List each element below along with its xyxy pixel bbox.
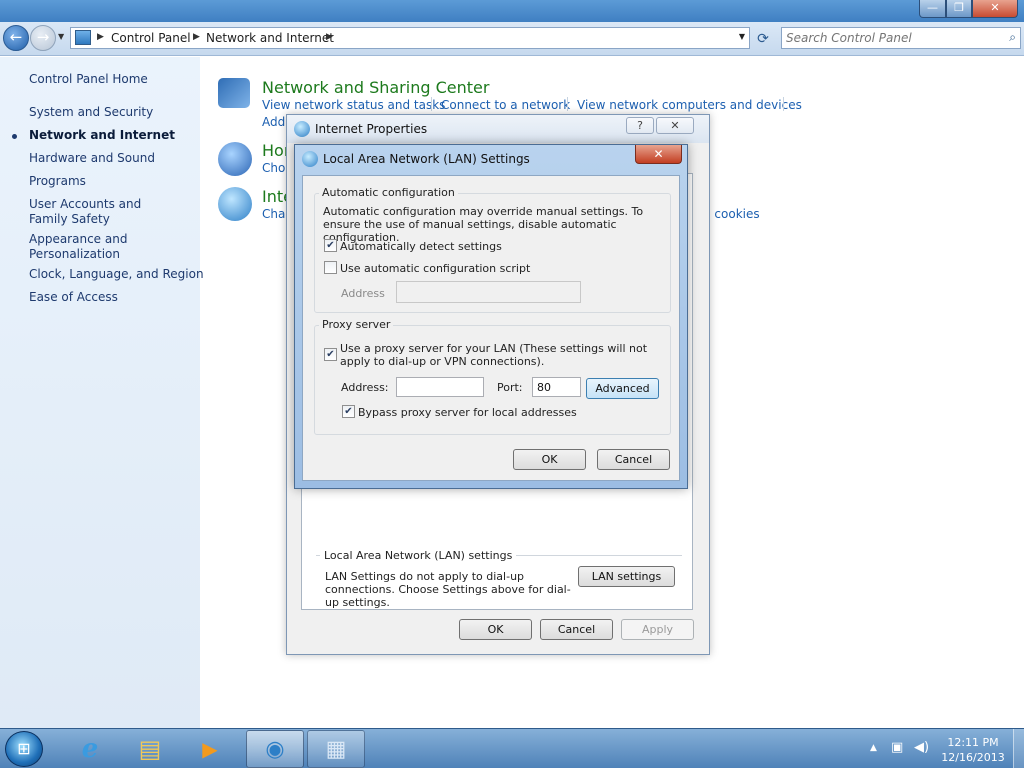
proxy-server-label: Proxy server (319, 318, 394, 331)
address-bar[interactable]: ▶ Control Panel ▶ Network and Internet ▶… (70, 27, 750, 49)
network-settings-taskbar-button[interactable]: ▦ (307, 730, 365, 768)
internet-properties-title: Internet Properties (315, 122, 428, 136)
search-box[interactable]: ⌕ (781, 27, 1021, 49)
lan-settings-title: Local Area Network (LAN) Settings (323, 152, 530, 166)
forward-button[interactable]: → (30, 25, 56, 51)
delete-cookies-link[interactable]: d cookies (703, 207, 760, 221)
internet-properties-ok-button[interactable]: OK (459, 619, 532, 640)
volume-icon[interactable]: ◀) (914, 740, 929, 755)
network-settings-icon: ▦ (325, 736, 347, 762)
sidebar-item-hardware-and-sound[interactable]: Hardware and Sound (29, 151, 155, 166)
control-panel-icon: ◉ (265, 736, 285, 762)
auto-config-script-label[interactable]: Use automatic configuration script (340, 262, 530, 275)
sidebar-item-ease-of-access[interactable]: Ease of Access (29, 290, 118, 305)
lan-settings-description: LAN Settings do not apply to dial-up con… (325, 570, 571, 609)
maximize-button[interactable]: ❐ (946, 0, 972, 18)
apply-button[interactable]: Apply (621, 619, 694, 640)
sidebar-item-user-accounts[interactable]: User Accounts and Family Safety (29, 197, 179, 227)
breadcrumb-network-and-internet[interactable]: Network and Internet (206, 31, 334, 45)
windows-explorer-taskbar-button[interactable]: ▤ (121, 730, 179, 768)
lan-cancel-button[interactable]: Cancel (597, 449, 670, 470)
window-title-bar: — ❐ ✕ (0, 0, 1024, 22)
network-sharing-center-icon[interactable] (218, 78, 250, 108)
view-network-computers-link[interactable]: View network computers and devices (577, 98, 802, 112)
automatic-configuration-label: Automatic configuration (319, 186, 458, 199)
active-item-bullet-icon (12, 134, 17, 139)
internet-explorer-icon: e (81, 734, 99, 764)
internet-properties-close-button[interactable]: ✕ (656, 117, 694, 134)
lan-settings-button[interactable]: LAN settings (578, 566, 675, 587)
sidebar-item-system-and-security[interactable]: System and Security (29, 105, 153, 120)
address-history-dropdown-icon[interactable]: ▼ (739, 32, 745, 41)
lan-ok-button[interactable]: OK (513, 449, 586, 470)
automatic-configuration-description: Automatic configuration may override man… (323, 205, 644, 244)
search-input[interactable] (786, 30, 996, 46)
connect-to-network-link[interactable]: Connect to a network (441, 98, 570, 112)
auto-config-script-checkbox[interactable] (324, 261, 337, 274)
network-tray-icon[interactable]: ▣ (891, 740, 903, 755)
taskbar: ⊞ e ▤ ▶ ◉ ▦ ▲ ▣ ◀) 12:11 PM 12/16/2013 (0, 728, 1024, 768)
folder-icon: ▤ (138, 735, 162, 763)
sidebar-item-clock-language-region[interactable]: Clock, Language, and Region (29, 267, 204, 282)
link-separator (567, 97, 568, 111)
navigation-bar: ← → ▼ ▶ Control Panel ▶ Network and Inte… (0, 22, 1024, 56)
clock-date: 12/16/2013 (941, 751, 1005, 764)
control-panel-home-link[interactable]: Control Panel Home (29, 72, 148, 87)
control-panel-taskbar-button[interactable]: ◉ (246, 730, 304, 768)
media-player-taskbar-button[interactable]: ▶ (181, 730, 239, 768)
port-field[interactable] (532, 377, 581, 397)
bypass-local-label[interactable]: Bypass proxy server for local addresses (358, 406, 577, 419)
sidebar-item-network-and-internet[interactable]: Network and Internet (29, 128, 175, 143)
start-button[interactable]: ⊞ (5, 731, 43, 767)
breadcrumb-arrow-icon[interactable]: ▶ (193, 32, 200, 42)
clock-time: 12:11 PM (947, 736, 999, 749)
media-player-icon: ▶ (202, 737, 218, 761)
auto-detect-label[interactable]: Automatically detect settings (340, 240, 502, 253)
internet-properties-cancel-button[interactable]: Cancel (540, 619, 613, 640)
lan-group-label: Local Area Network (LAN) settings (320, 549, 517, 562)
lan-settings-close-button[interactable]: ✕ (635, 145, 682, 164)
auto-detect-checkbox[interactable]: ✔ (324, 239, 337, 252)
back-button[interactable]: ← (3, 25, 29, 51)
use-proxy-checkbox[interactable]: ✔ (324, 348, 337, 361)
script-address-field[interactable] (396, 281, 581, 303)
link-separator (431, 97, 432, 111)
control-panel-icon (75, 30, 91, 45)
help-button[interactable]: ? (626, 117, 654, 134)
close-window-button[interactable]: ✕ (972, 0, 1018, 18)
internet-explorer-taskbar-button[interactable]: e (61, 730, 119, 768)
homegroup-icon[interactable] (218, 142, 252, 176)
search-icon[interactable]: ⌕ (1009, 30, 1016, 45)
recent-pages-dropdown-icon[interactable]: ▼ (58, 32, 64, 41)
show-desktop-button[interactable] (1013, 729, 1024, 768)
link-separator (783, 97, 784, 111)
lan-settings-icon (302, 151, 318, 167)
system-clock[interactable]: 12:11 PM 12/16/2013 (938, 735, 1008, 765)
network-sharing-center-title[interactable]: Network and Sharing Center (262, 78, 489, 97)
port-label: Port: (497, 381, 523, 394)
use-proxy-label[interactable]: Use a proxy server for your LAN (These s… (340, 342, 665, 368)
internet-properties-title-bar[interactable]: Internet Properties ? ✕ (287, 115, 709, 143)
minimize-button[interactable]: — (919, 0, 946, 18)
proxy-address-field[interactable] (396, 377, 484, 397)
breadcrumb-arrow-icon[interactable]: ▶ (97, 32, 104, 42)
add-link[interactable]: Add (262, 115, 285, 129)
sidebar-item-programs[interactable]: Programs (29, 174, 86, 189)
bypass-local-checkbox[interactable]: ✔ (342, 405, 355, 418)
internet-options-icon[interactable] (218, 187, 252, 221)
proxy-address-label: Address: (341, 381, 389, 394)
advanced-button[interactable]: Advanced (586, 378, 659, 399)
show-hidden-icons-icon[interactable]: ▲ (870, 743, 877, 753)
internet-properties-icon (294, 121, 310, 137)
sidebar-item-appearance[interactable]: Appearance and Personalization (29, 232, 139, 262)
refresh-icon[interactable]: ⟳ (753, 29, 773, 49)
breadcrumb-arrow-icon[interactable]: ▶ (326, 32, 333, 42)
breadcrumb-control-panel[interactable]: Control Panel (111, 31, 191, 45)
view-network-status-link[interactable]: View network status and tasks (262, 98, 445, 112)
lan-settings-dialog: Local Area Network (LAN) Settings ✕ Auto… (294, 144, 688, 489)
script-address-label: Address (341, 287, 385, 300)
lan-settings-body: Automatic configuration Automatic config… (302, 175, 680, 481)
